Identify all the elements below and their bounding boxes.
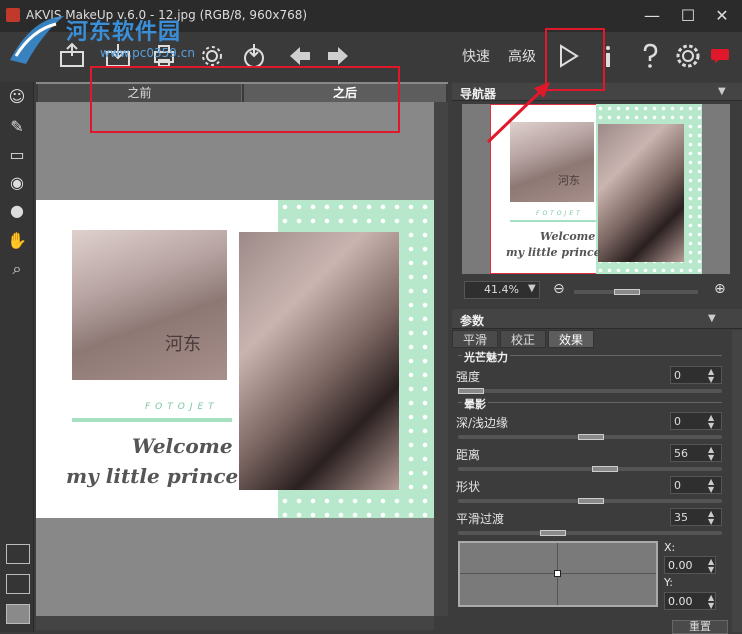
shape-value: 0 [674, 479, 681, 492]
params-collapse-icon[interactable]: ▼ [708, 313, 716, 324]
brush-tool-icon[interactable]: ✎ [5, 116, 29, 138]
smooth-transition-slider-knob[interactable] [540, 530, 566, 536]
welcome-text: Welcome [132, 434, 233, 458]
navigator-welcome: Welcome [540, 230, 596, 243]
horizontal-scrollbar[interactable] [36, 616, 434, 630]
intensity-spinner-icon[interactable]: ▲ ▼ [708, 368, 714, 384]
shape-slider-knob[interactable] [578, 498, 604, 504]
tab-smooth[interactable]: 平滑 [452, 330, 498, 348]
distance-spinner-icon[interactable]: ▲ ▼ [708, 446, 714, 462]
view-single-icon[interactable] [6, 544, 30, 564]
smooth-transition-spinner-icon[interactable]: ▲ ▼ [708, 510, 714, 526]
navigator-portrait [598, 124, 684, 262]
x-label: X: [664, 541, 676, 554]
watermark-url: www.pc0359.cn [100, 46, 195, 60]
pad-center-handle[interactable] [554, 570, 561, 577]
face-tool-icon[interactable]: ☺ [5, 86, 29, 108]
tab-effects[interactable]: 效果 [548, 330, 594, 348]
zoom-in-icon[interactable]: ⊕ [714, 281, 726, 297]
mode-advanced-button[interactable]: 高级 [508, 46, 536, 66]
annotation-box-tabs [90, 66, 400, 133]
eye-tool-icon[interactable]: ◉ [5, 172, 29, 194]
intensity-label: 强度 [456, 370, 481, 384]
intensity-slider[interactable] [458, 389, 722, 393]
zoom-out-icon[interactable]: ⊖ [553, 281, 565, 297]
navigator-cat-label: 河东 [558, 174, 580, 187]
navigator-prince: my little prince [506, 246, 601, 259]
annotation-arrow-icon [486, 82, 550, 144]
depth-spinner-icon[interactable]: ▲ ▼ [708, 414, 714, 430]
shape-spinner-icon[interactable]: ▲ ▼ [708, 478, 714, 494]
cat-photo-label: 河东 [165, 334, 201, 355]
divider-line [72, 418, 232, 422]
intensity-value: 0 [674, 369, 681, 382]
distance-value: 56 [674, 447, 688, 460]
hand-tool-icon[interactable]: ✋ [5, 230, 29, 252]
zoom-slider-knob[interactable] [614, 289, 640, 295]
view-split-icon[interactable] [6, 574, 30, 594]
chevron-down-icon[interactable]: ▼ [528, 283, 536, 294]
y-label: Y: [664, 576, 673, 589]
navigator-collapse-icon[interactable]: ▼ [718, 86, 726, 97]
depth-label: 深/浅边缘 [456, 416, 509, 430]
depth-value: 0 [674, 415, 681, 428]
eraser-tool-icon[interactable]: ▭ [5, 144, 29, 166]
section-rule [458, 402, 722, 403]
help-icon[interactable] [636, 42, 664, 70]
drop-tool-icon[interactable]: ● [5, 200, 29, 222]
distance-label: 距离 [456, 448, 481, 462]
brand-text: FOTOJET [145, 402, 219, 412]
params-scrollbar[interactable] [732, 330, 742, 632]
section-vignette-title: 晕影 [462, 396, 488, 412]
distance-slider-knob[interactable] [592, 466, 618, 472]
smooth-transition-value: 35 [674, 511, 688, 524]
zoom-tool-icon[interactable]: ⌕ [5, 258, 29, 280]
cat-photo [72, 230, 227, 380]
watermark-text: 河东软件园 [66, 19, 182, 45]
smooth-transition-label: 平滑过渡 [456, 512, 505, 526]
zoom-value: 41.4% [484, 283, 519, 296]
params-header[interactable] [452, 309, 742, 329]
x-spinner-icon[interactable]: ▲ ▼ [708, 558, 714, 574]
watermark-logo [10, 16, 64, 64]
mode-fast-button[interactable]: 快速 [462, 46, 490, 66]
annotation-box-run [545, 28, 605, 91]
preferences-gear-icon[interactable] [674, 42, 702, 70]
depth-slider-knob[interactable] [578, 434, 604, 440]
background-color-icon[interactable] [6, 604, 30, 624]
feedback-icon[interactable] [710, 48, 730, 64]
section-glow-title: 光芒魅力 [462, 349, 510, 365]
params-title: 参数 [460, 314, 485, 328]
navigator-divider [510, 220, 596, 222]
distance-slider[interactable] [458, 467, 722, 471]
maximize-button[interactable]: ☐ [678, 6, 698, 26]
portrait-photo [239, 232, 399, 490]
y-value: 0.00 [668, 595, 693, 608]
close-button[interactable]: ✕ [712, 6, 732, 26]
vertical-scrollbar[interactable] [434, 102, 448, 616]
smooth-transition-slider[interactable] [458, 531, 722, 535]
tab-correct[interactable]: 校正 [500, 330, 546, 348]
intensity-slider-knob[interactable] [458, 388, 484, 394]
navigator-brand: FOTOJET [536, 210, 583, 217]
prince-text: my little prince [66, 464, 239, 488]
minimize-button[interactable]: — [642, 6, 662, 26]
shape-label: 形状 [456, 480, 481, 494]
y-spinner-icon[interactable]: ▲ ▼ [708, 594, 714, 610]
x-value: 0.00 [668, 559, 693, 572]
